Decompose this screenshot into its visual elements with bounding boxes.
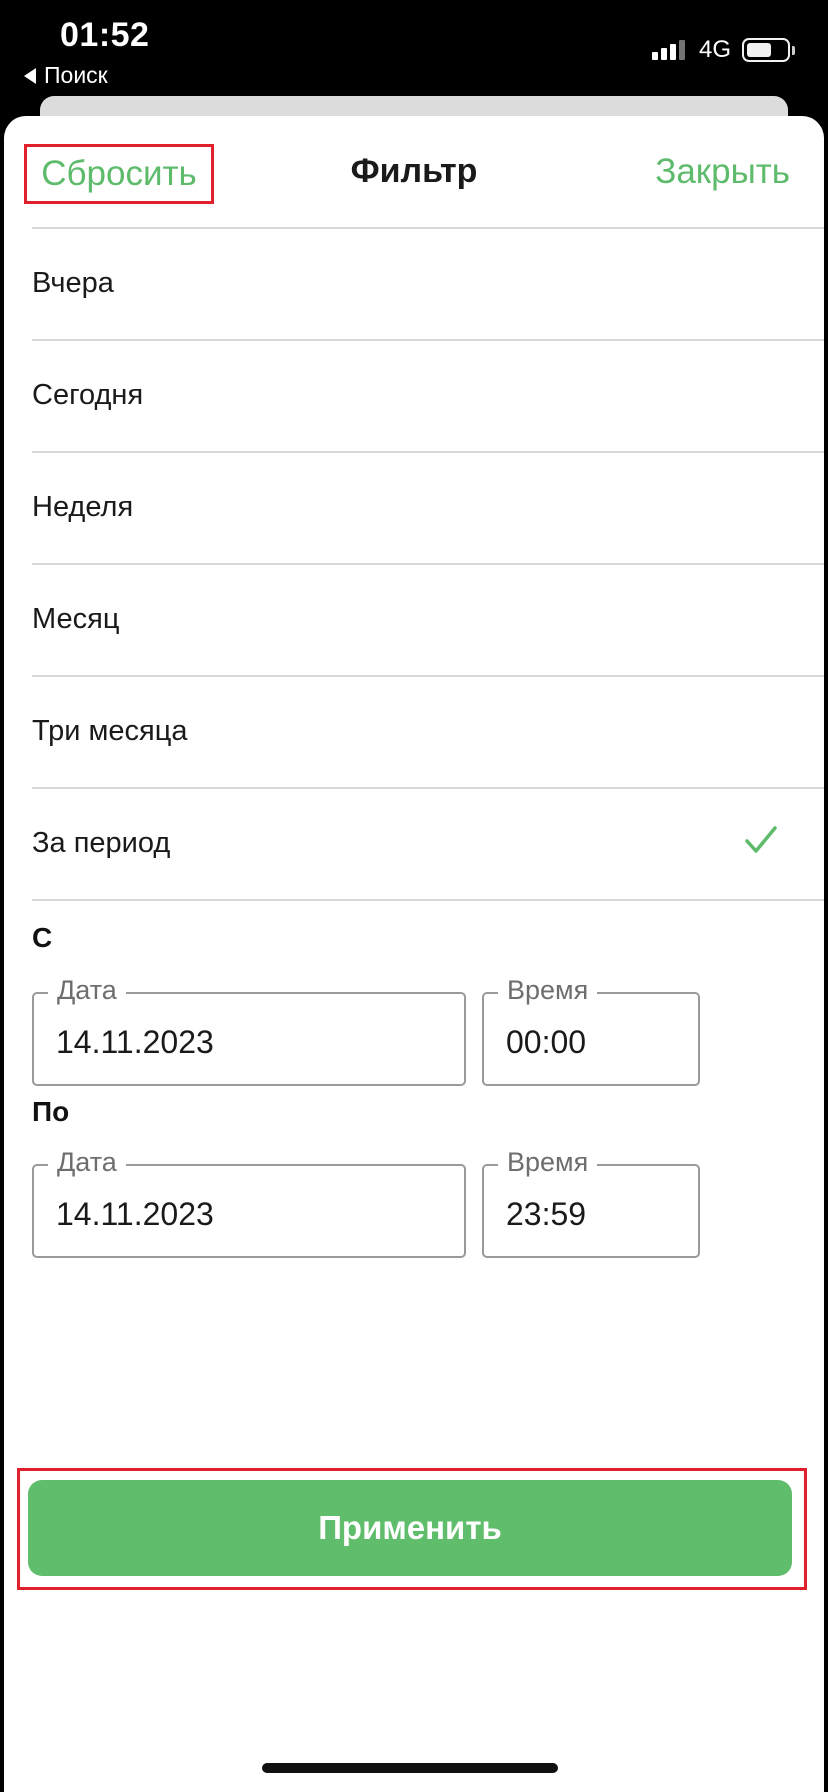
to-date-value: 14.11.2023 (56, 1196, 214, 1232)
to-section-label: По (32, 1096, 70, 1127)
from-date-value: 14.11.2023 (56, 1024, 214, 1060)
period-option-label: Сегодня (32, 379, 144, 411)
cellular-signal-icon (652, 38, 685, 60)
battery-cap-icon (792, 46, 795, 55)
from-date-field[interactable]: Дата 14.11.2023 (32, 975, 466, 1086)
period-option-label: Неделя (32, 491, 134, 523)
from-date-legend: Дата (48, 975, 126, 1006)
to-time-legend: Время (498, 1147, 598, 1178)
from-time-field[interactable]: Время 00:00 (482, 975, 700, 1086)
period-list: Вчера Сегодня Неделя Месяц Три месяца За… (4, 229, 824, 901)
from-time-legend: Время (498, 975, 598, 1006)
to-time-value: 23:59 (506, 1196, 587, 1232)
checkmark-icon (745, 826, 777, 853)
period-option-label: Три месяца (32, 715, 188, 747)
close-button[interactable]: Закрыть (655, 152, 790, 192)
divider (32, 899, 824, 901)
apply-button[interactable]: Применить (28, 1480, 792, 1576)
period-option-label: За период (32, 827, 171, 859)
from-time-value: 00:00 (506, 1024, 587, 1060)
back-triangle-icon (24, 67, 36, 84)
period-option-label: Вчера (32, 267, 114, 299)
period-option-custom-range[interactable]: За период (4, 789, 824, 901)
period-option-week[interactable]: Неделя (4, 453, 824, 565)
to-date-legend: Дата (48, 1147, 126, 1178)
period-option-three-months[interactable]: Три месяца (4, 677, 824, 789)
period-option-label: Месяц (32, 603, 120, 635)
sheet-header: Сбросить Фильтр Закрыть (4, 116, 824, 228)
back-to-search-label: Поиск (44, 62, 108, 88)
status-time: 01:52 (60, 16, 150, 54)
period-option-today[interactable]: Сегодня (4, 341, 824, 453)
from-section-label: С (32, 922, 53, 953)
status-bar: 01:52 Поиск 4G (0, 0, 828, 110)
network-type: 4G (699, 36, 732, 63)
back-to-search-link[interactable]: Поиск (24, 62, 108, 89)
to-date-field[interactable]: Дата 14.11.2023 (32, 1147, 466, 1258)
period-option-month[interactable]: Месяц (4, 565, 824, 677)
battery-icon (742, 38, 790, 62)
to-time-field[interactable]: Время 23:59 (482, 1147, 700, 1258)
period-option-yesterday[interactable]: Вчера (4, 229, 824, 341)
home-indicator (262, 1763, 558, 1773)
